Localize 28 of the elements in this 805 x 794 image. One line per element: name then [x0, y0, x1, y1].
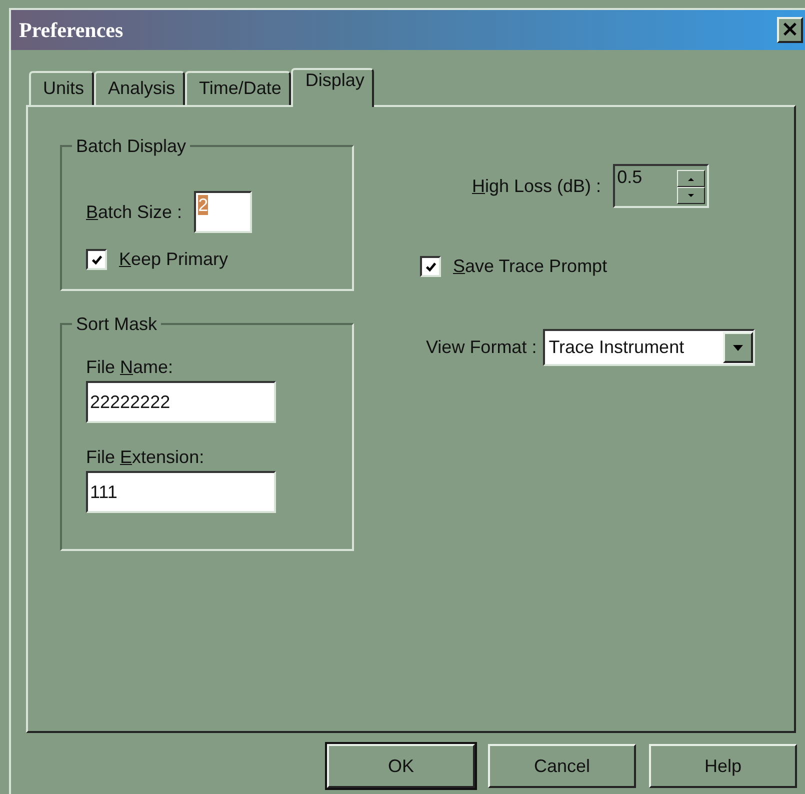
- input-field[interactable]: 22222222: [86, 381, 276, 423]
- dialog-button[interactable]: Help: [649, 744, 797, 788]
- check-icon: [90, 254, 102, 266]
- field-label: High Loss (dB) :: [472, 176, 602, 196]
- spin-up-button[interactable]: [677, 170, 706, 187]
- tab[interactable]: Display: [291, 68, 374, 107]
- spin-field[interactable]: 0.5: [613, 164, 710, 208]
- window-title: Preferences: [19, 18, 124, 42]
- field-label: Batch Size :: [86, 202, 182, 222]
- spin-down-button[interactable]: [677, 187, 706, 204]
- tab[interactable]: Units: [29, 71, 94, 105]
- checkbox-label: Save Trace Prompt: [453, 256, 608, 277]
- dropdown-arrow-icon: [732, 344, 743, 350]
- field-label: View Format :: [426, 337, 537, 358]
- field-label: File Name:: [86, 356, 174, 379]
- checkbox[interactable]: [86, 249, 107, 270]
- dropdown[interactable]: Trace Instrument: [542, 329, 755, 366]
- down-triangle-icon: [688, 194, 694, 198]
- input-field[interactable]: 111: [86, 471, 276, 513]
- dialog-button[interactable]: Cancel: [488, 744, 636, 788]
- checkbox[interactable]: [420, 256, 441, 277]
- close-button[interactable]: ×: [777, 17, 803, 43]
- dialog-button[interactable]: OK: [327, 744, 475, 788]
- up-triangle-icon: [688, 176, 694, 180]
- checkbox-label: Keep Primary: [119, 249, 228, 270]
- field-label: File Extension:: [86, 446, 206, 469]
- tab[interactable]: Analysis: [94, 71, 186, 105]
- check-icon: [424, 260, 436, 272]
